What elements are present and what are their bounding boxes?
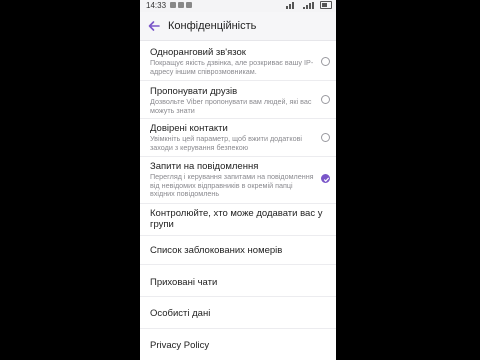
notification-icon: [170, 2, 176, 8]
setting-title: Довірені контакти: [150, 123, 228, 134]
setting-description: Перегляд і керування запитами на повідом…: [150, 172, 314, 198]
personal-data-item[interactable]: Особисті дані: [140, 296, 336, 329]
notification-icon: [178, 2, 184, 8]
status-time: 14:33: [146, 1, 167, 10]
setting-title: Одноранговий зв'язок: [150, 47, 246, 58]
message-requests-setting[interactable]: Запити на повідомлення Перегляд і керува…: [140, 156, 336, 204]
item-label: Список заблокованих номерів: [150, 245, 283, 256]
setting-description: Дозвольте Viber пропонувати вам людей, я…: [150, 97, 312, 115]
suggest-friends-setting[interactable]: Пропонувати друзів Дозвольте Viber пропо…: [140, 80, 336, 119]
notification-icons: [170, 2, 192, 8]
message-requests-checkbox[interactable]: [321, 174, 330, 183]
setting-title: Запити на повідомлення: [150, 161, 259, 172]
peer-to-peer-checkbox[interactable]: [321, 57, 330, 66]
page-title: Конфіденційність: [168, 20, 257, 32]
back-arrow-icon[interactable]: [146, 18, 162, 34]
peer-to-peer-setting[interactable]: Одноранговий зв'язок Покращує якість дзв…: [140, 41, 336, 81]
notification-icon: [186, 2, 192, 8]
app-bar: Конфіденційність: [140, 12, 336, 41]
item-label: Privacy Policy: [150, 340, 210, 351]
system-icons: [286, 1, 332, 9]
privacy-policy-item[interactable]: Privacy Policy: [140, 328, 336, 360]
blocked-list-item[interactable]: Список заблокованих номерів: [140, 235, 336, 265]
group-add-control-item[interactable]: Контролюйте, хто може додавати вас у гру…: [140, 203, 336, 236]
setting-title: Пропонувати друзів: [150, 86, 238, 97]
trusted-contacts-checkbox[interactable]: [321, 133, 330, 142]
wifi-icon: [286, 1, 300, 9]
item-label: Контролюйте, хто може додавати вас у гру…: [150, 208, 323, 230]
item-label: Приховані чати: [150, 277, 218, 288]
signal-icon: [303, 1, 317, 9]
status-bar: 14:33: [140, 0, 336, 12]
setting-description: Увімкніть цей параметр, щоб вжити додатк…: [150, 134, 302, 152]
trusted-contacts-setting[interactable]: Довірені контакти Увімкніть цей параметр…: [140, 118, 336, 157]
item-label: Особисті дані: [150, 308, 211, 319]
battery-icon: [320, 1, 332, 9]
hidden-chats-item[interactable]: Приховані чати: [140, 264, 336, 297]
phone-screen: 14:33 Конфіденційність Одноранговий зв'я…: [140, 0, 336, 360]
setting-description: Покращує якість дзвінка, але розкриває в…: [150, 58, 314, 76]
suggest-friends-checkbox[interactable]: [321, 95, 330, 104]
checkmark-icon: [323, 177, 330, 182]
